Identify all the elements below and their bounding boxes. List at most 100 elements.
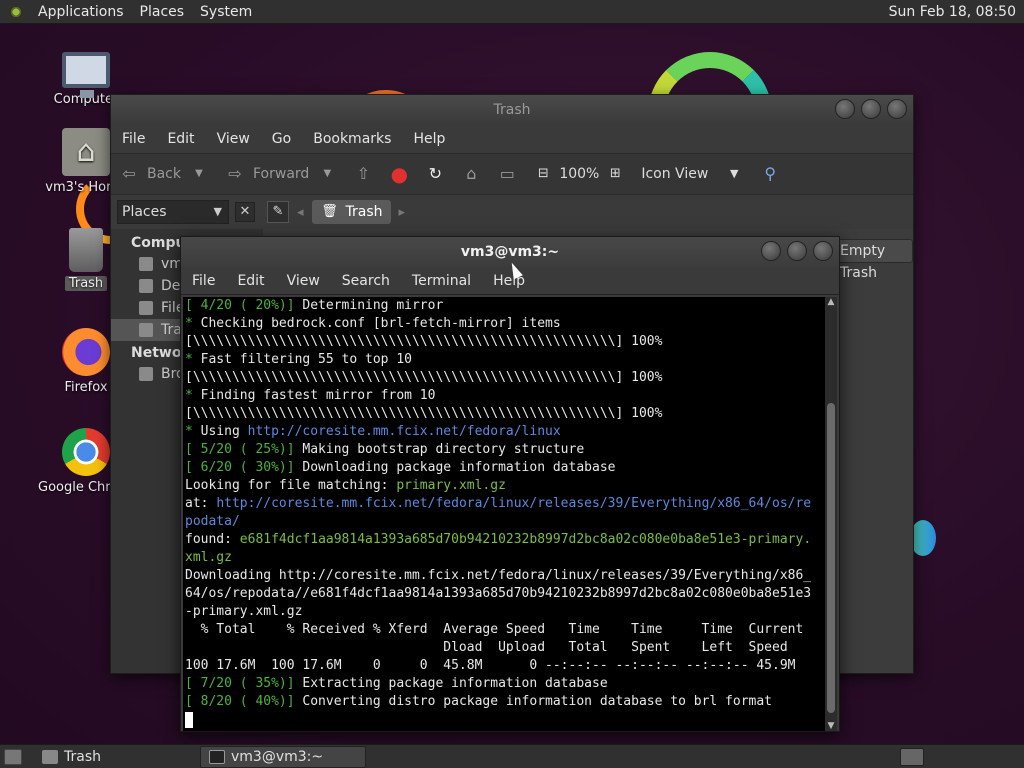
menu-bookmarks[interactable]: Bookmarks — [302, 131, 402, 147]
window-title: Trash — [493, 102, 531, 118]
terminal-line: % Total % Received % Xferd Average Speed… — [185, 621, 823, 639]
menu-edit[interactable]: Edit — [226, 273, 275, 289]
view-mode-select[interactable]: Icon View ▼ — [633, 154, 752, 194]
menu-view[interactable]: View — [206, 131, 261, 147]
home-icon: ⌂ — [466, 164, 477, 183]
forward-button[interactable]: ⇨ Forward ▼ — [217, 154, 345, 194]
terminal-text: [ 5/20 ( 25%)] — [185, 442, 295, 457]
trash-icon — [69, 228, 103, 272]
system-menu[interactable]: System — [192, 4, 260, 20]
terminal-text: Finding fastest mirror from 10 — [192, 388, 436, 403]
path-scroll-right-icon[interactable]: ▸ — [399, 205, 406, 220]
menu-search[interactable]: Search — [331, 273, 401, 289]
terminal-text: [\\\\\\\\\\\\\\\\\\\\\\\\\\\\\\\\\\\\\\\… — [185, 406, 663, 421]
filesystem-icon — [139, 301, 153, 315]
empty-trash-button[interactable]: Empty Trash — [831, 239, 913, 281]
minimize-button[interactable] — [835, 99, 855, 119]
menu-file[interactable]: File — [111, 131, 156, 147]
terminal-line: Dload Upload Total Spent Left Speed — [185, 639, 823, 657]
terminal-text: [ 8/20 ( 40%)] — [185, 694, 295, 709]
terminal-line: [ 8/20 ( 40%)] Converting distro package… — [185, 693, 823, 711]
terminal-output[interactable]: [ 4/20 ( 20%)] Determining mirror * Check… — [183, 297, 825, 731]
zoom-in-icon[interactable]: ⊞ — [605, 164, 625, 184]
taskbar-item-terminal[interactable]: vm3@vm3:~ — [200, 745, 366, 768]
maximize-button[interactable] — [787, 241, 807, 261]
up-arrow-icon: ⇧ — [356, 164, 371, 183]
search-button[interactable]: ⚲ — [752, 154, 788, 194]
back-label: Back — [147, 166, 181, 182]
minimize-button[interactable] — [761, 241, 781, 261]
trash-icon — [42, 749, 58, 764]
maximize-button[interactable] — [861, 99, 881, 119]
terminal-line: -primary.xml.gz — [185, 603, 823, 621]
home-folder-icon — [139, 257, 153, 271]
menu-terminal[interactable]: Terminal — [401, 273, 482, 289]
firefox-icon — [62, 328, 110, 376]
menu-go[interactable]: Go — [261, 131, 302, 147]
menu-help[interactable]: Help — [402, 131, 456, 147]
chevron-down-icon[interactable]: ▼ — [189, 164, 209, 184]
bottom-panel: Trash vm3@vm3:~ — [0, 744, 1024, 768]
home-folder-icon — [62, 128, 110, 176]
places-menu[interactable]: Places — [132, 4, 193, 20]
edit-location-icon[interactable]: ✎ — [267, 201, 289, 223]
show-desktop-icon[interactable] — [4, 748, 22, 765]
terminal-text: Dload Upload Total Spent Left Speed — [185, 640, 788, 655]
zoom-out-icon[interactable]: ⊟ — [533, 164, 553, 184]
sidebar-places-select[interactable]: Places — [117, 200, 229, 224]
terminal-text: 64/os/repodata//e681f4dcf1aa9814a1393a68… — [185, 586, 812, 601]
terminal-window: vm3@vm3:~ File Edit View Search Terminal… — [180, 236, 840, 732]
close-sidebar-icon[interactable]: ✕ — [235, 202, 255, 222]
terminal-line: * Checking bedrock.conf [brl-fetch-mirro… — [185, 315, 823, 333]
path-button-trash[interactable]: 🗑 Trash — [311, 200, 391, 224]
menu-file[interactable]: File — [181, 273, 226, 289]
terminal-line: Looking for file matching: primary.xml.g… — [185, 477, 823, 495]
up-button[interactable]: ⇧ — [345, 154, 381, 194]
os-logo-icon[interactable] — [8, 3, 24, 20]
taskbar-item-trash[interactable]: Trash — [34, 746, 194, 768]
computer-icon — [62, 52, 110, 98]
trash-window-titlebar[interactable]: Trash — [111, 95, 913, 125]
terminal-cursor — [185, 711, 193, 728]
terminal-text: xml.gz — [185, 550, 232, 565]
workspace-switcher[interactable] — [900, 747, 924, 766]
home-button[interactable]: ⌂ — [453, 154, 489, 194]
scroll-up-icon[interactable]: ▲ — [825, 297, 837, 307]
menu-edit[interactable]: Edit — [156, 131, 205, 147]
zoom-level[interactable]: 100% — [553, 166, 605, 182]
terminal-line: * Using http://coresite.mm.fcix.net/fedo… — [185, 423, 823, 441]
terminal-scrollbar[interactable]: ▲ ▼ — [825, 297, 837, 731]
stop-button[interactable]: ● — [381, 154, 417, 194]
menu-help[interactable]: Help — [482, 273, 536, 289]
terminal-text: Making bootstrap directory structure — [294, 442, 585, 457]
terminal-text: Fast filtering 55 to top 10 — [192, 352, 412, 367]
network-icon — [139, 367, 153, 381]
desktop-folder-icon — [139, 279, 153, 293]
reload-button[interactable]: ↻ — [417, 154, 453, 194]
chevron-down-icon[interactable]: ▼ — [317, 164, 337, 184]
path-scroll-left-icon[interactable]: ◂ — [297, 205, 304, 220]
terminal-line: [ 5/20 ( 25%)] Making bootstrap director… — [185, 441, 823, 459]
clock[interactable]: Sun Feb 18, 08:50 — [889, 4, 1024, 20]
scroll-down-icon[interactable]: ▼ — [825, 721, 837, 731]
path-label: Trash — [345, 204, 383, 220]
terminal-text: * — [185, 316, 193, 331]
window-controls — [835, 99, 907, 119]
back-button[interactable]: ⇦ Back ▼ — [111, 154, 217, 194]
scrollbar-thumb[interactable] — [827, 403, 835, 713]
terminal-line: [\\\\\\\\\\\\\\\\\\\\\\\\\\\\\\\\\\\\\\\… — [185, 333, 823, 351]
close-button[interactable] — [813, 241, 833, 261]
terminal-line: [ 6/20 ( 30%)] Downloading package infor… — [185, 459, 823, 477]
terminal-line: * Fast filtering 55 to top 10 — [185, 351, 823, 369]
terminal-text: [ 6/20 ( 30%)] — [185, 460, 295, 475]
applications-menu[interactable]: Applications — [30, 4, 132, 20]
terminal-line: at: http://coresite.mm.fcix.net/fedora/l… — [185, 495, 823, 513]
close-button[interactable] — [887, 99, 907, 119]
taskbar-label: Trash — [64, 748, 101, 765]
location-bar: Places ✕ ✎ ◂ 🗑 Trash ▸ — [111, 195, 913, 229]
computer-icon: ▭ — [499, 164, 515, 183]
computer-button[interactable]: ▭ — [489, 154, 525, 194]
terminal-text: Using — [192, 424, 248, 439]
menu-view[interactable]: View — [276, 273, 331, 289]
search-icon: ⚲ — [764, 164, 777, 183]
